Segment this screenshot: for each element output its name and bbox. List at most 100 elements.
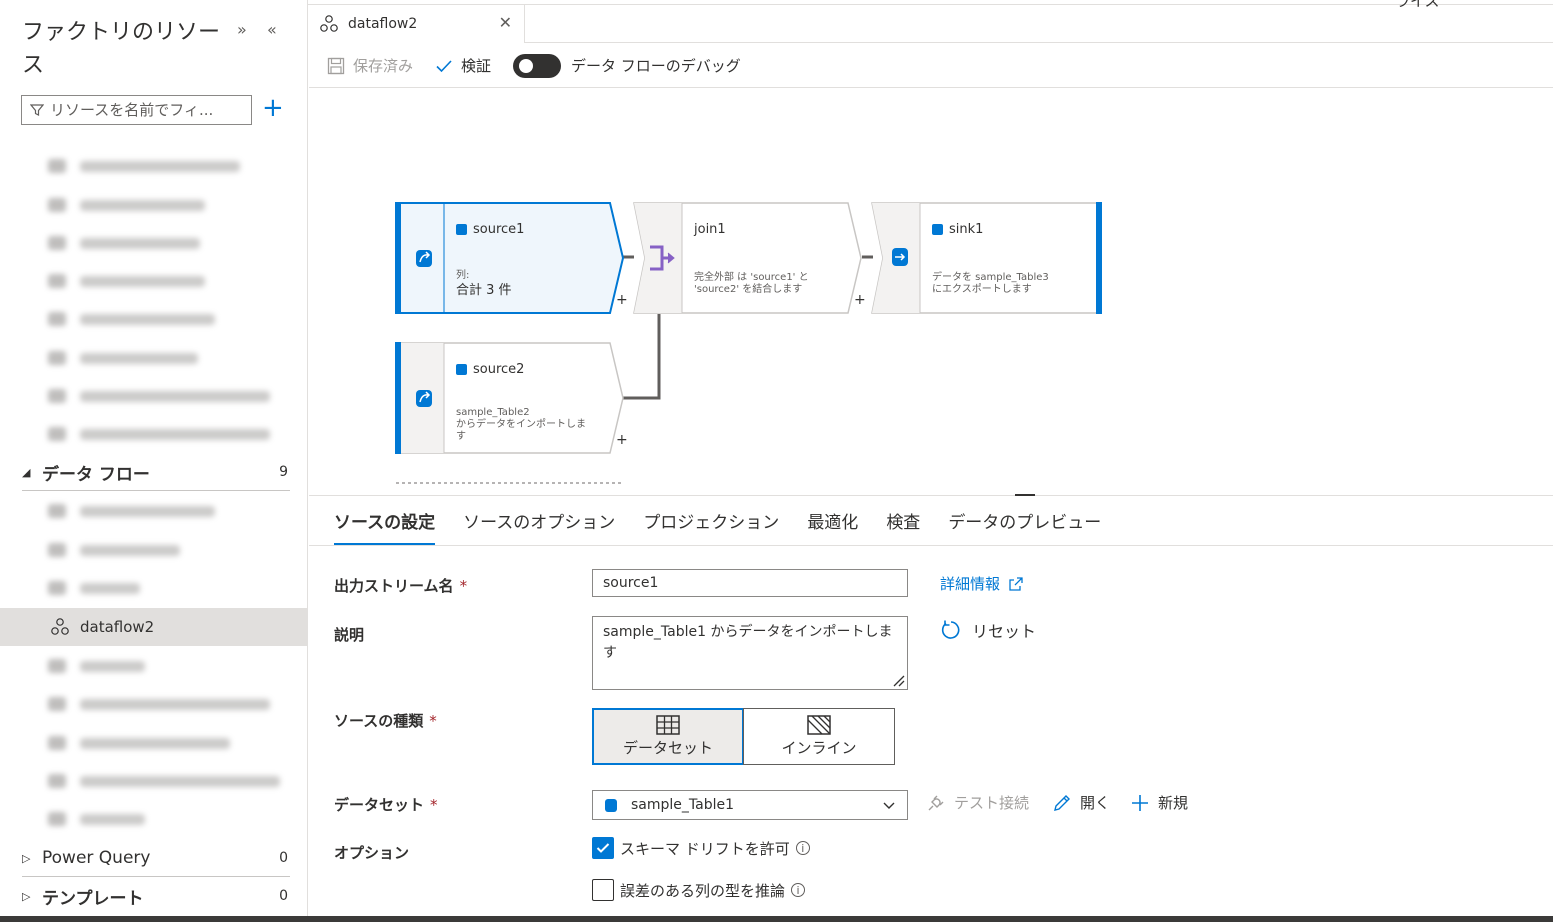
- list-item[interactable]: [48, 735, 230, 751]
- sidebar-item-dataflow2[interactable]: dataflow2: [0, 608, 307, 646]
- node-source1[interactable]: source1 列: 合計 3 件: [395, 202, 625, 314]
- list-item[interactable]: [48, 773, 280, 789]
- checkbox-checked[interactable]: [592, 837, 614, 859]
- list-item[interactable]: [48, 197, 205, 213]
- open-dataset-button[interactable]: 開く: [1052, 792, 1110, 813]
- list-item[interactable]: [48, 273, 205, 289]
- resize-handle-icon[interactable]: [891, 673, 905, 687]
- filter-icon: [30, 104, 44, 116]
- debug-label: データ フローのデバッグ: [571, 57, 741, 75]
- divider: [22, 876, 290, 877]
- list-item[interactable]: [48, 158, 240, 174]
- tab-projection[interactable]: プロジェクション: [643, 508, 779, 546]
- section-templates[interactable]: ▷ テンプレート 0: [22, 880, 290, 912]
- add-transform-icon[interactable]: +: [616, 292, 628, 308]
- node-sink1[interactable]: sink1 データを sample_Table3 にエクスポートします: [871, 202, 1103, 314]
- dataset-label: データセット *: [334, 796, 438, 814]
- checkmark-icon: [436, 59, 452, 72]
- node-source2[interactable]: source2 sample_Table2 からデータをインポートしま す: [395, 342, 625, 454]
- chevron-down-icon: [883, 802, 895, 809]
- toolbar: 保存済み 検証 データ フローのデバッグ: [309, 44, 1553, 88]
- tab-inspect[interactable]: 検査: [886, 508, 920, 546]
- new-dataset-button[interactable]: 新規: [1130, 792, 1188, 813]
- dataset-icon: [932, 224, 943, 235]
- panel-splitter[interactable]: [309, 495, 1553, 496]
- saved-button[interactable]: 保存済み: [327, 55, 413, 76]
- list-item[interactable]: [48, 696, 270, 712]
- learn-more-link[interactable]: 詳細情報: [940, 573, 1024, 594]
- section-power-query[interactable]: ▷ Power Query 0: [22, 842, 290, 874]
- close-icon[interactable]: ✕: [499, 13, 512, 32]
- section-dataflows[interactable]: ◢ データ フロー 9: [22, 456, 290, 488]
- pencil-icon: [1054, 794, 1070, 811]
- infer-drifted-types-checkbox[interactable]: 誤差のある列の型を推論 i: [592, 879, 806, 901]
- resource-filter-input[interactable]: [50, 101, 240, 119]
- tab-bar-border: [525, 42, 1553, 43]
- bottom-edge: [0, 916, 1553, 922]
- tab-data-preview[interactable]: データのプレビュー: [948, 508, 1101, 546]
- expanded-arrow-icon: ◢: [22, 465, 31, 479]
- header-corner-text: ライス: [1395, 0, 1440, 10]
- save-icon: [327, 57, 345, 74]
- add-transform-icon[interactable]: +: [616, 432, 628, 448]
- tab-dataflow2[interactable]: dataflow2 ✕: [309, 5, 525, 43]
- options-label: オプション: [334, 844, 410, 862]
- validate-button[interactable]: 検証: [435, 55, 491, 76]
- external-link-icon: [1009, 576, 1023, 591]
- dataset-icon: [456, 364, 467, 375]
- test-connection-button[interactable]: テスト接続: [926, 792, 1029, 813]
- info-icon[interactable]: i: [795, 841, 810, 855]
- collapse-panel-icon[interactable]: «: [267, 20, 277, 39]
- join-node-shape: [633, 202, 862, 314]
- dataset-select[interactable]: sample_Table1: [592, 790, 908, 820]
- add-resource-button[interactable]: +: [262, 94, 284, 122]
- settings-tabs: ソースの設定 ソースのオプション プロジェクション 最適化 検査 データのプレビ…: [334, 508, 1129, 546]
- list-item[interactable]: [48, 350, 198, 366]
- tab-optimize[interactable]: 最適化: [807, 508, 858, 546]
- dataset-icon: [605, 798, 617, 812]
- table-icon: [656, 715, 680, 735]
- collapsed-arrow-icon: ▷: [22, 889, 31, 903]
- node-join1[interactable]: join1 完全外部 は 'source1' と 'source2' を結合しま…: [633, 202, 863, 314]
- checkmark-icon: [596, 843, 610, 853]
- source-type-label: ソースの種類 *: [334, 712, 437, 730]
- source-type-dataset-option[interactable]: データセット: [592, 708, 744, 765]
- list-item[interactable]: [48, 388, 270, 404]
- list-item[interactable]: [48, 311, 215, 327]
- collapse-all-icon[interactable]: »: [237, 20, 247, 39]
- sink-node-shape: [871, 202, 1102, 314]
- list-item[interactable]: [48, 811, 145, 827]
- allow-schema-drift-checkbox[interactable]: スキーマ ドリフトを許可 i: [592, 837, 810, 859]
- add-transform-icon[interactable]: +: [854, 292, 866, 308]
- source-type-inline-option[interactable]: インライン: [743, 708, 895, 765]
- description-textarea[interactable]: sample_Table1 からデータをインポートします: [592, 616, 908, 690]
- dataflow-canvas[interactable]: source1 列: 合計 3 件 + join1 完全外部 は 'source…: [309, 89, 1553, 495]
- list-item[interactable]: [48, 235, 200, 251]
- debug-toggle[interactable]: [513, 53, 562, 78]
- sidebar-title: ファクトリのリソース: [22, 20, 221, 78]
- collapsed-arrow-icon: ▷: [22, 851, 31, 865]
- list-item[interactable]: [48, 503, 215, 519]
- checkbox-unchecked[interactable]: [592, 879, 614, 901]
- dataflow-icon: [320, 15, 338, 32]
- splitter-grip[interactable]: [1015, 494, 1035, 496]
- reset-icon: [941, 620, 960, 639]
- reset-button[interactable]: リセット: [940, 618, 1036, 642]
- output-stream-label: 出力ストリーム名 *: [334, 577, 468, 595]
- factory-resources-panel: ファクトリのリソース » « + ◢ データ フロー 9 dataflow2: [0, 0, 308, 922]
- divider: [22, 490, 290, 491]
- list-item[interactable]: [48, 426, 270, 442]
- resource-filter[interactable]: [21, 95, 252, 125]
- dataflow-icon: [51, 618, 69, 635]
- list-item[interactable]: [48, 542, 180, 558]
- tabs-border: [309, 545, 1553, 546]
- output-stream-input[interactable]: [592, 569, 908, 597]
- tab-source-settings[interactable]: ソースの設定: [334, 508, 436, 546]
- info-icon[interactable]: i: [791, 883, 806, 897]
- tab-source-options[interactable]: ソースのオプション: [463, 508, 615, 546]
- list-item[interactable]: [48, 580, 140, 596]
- inline-icon: [807, 715, 831, 735]
- plug-icon: [928, 795, 944, 810]
- app-window: ファクトリのリソース » « + ◢ データ フロー 9 dataflow2: [0, 0, 1553, 922]
- list-item[interactable]: [48, 658, 145, 674]
